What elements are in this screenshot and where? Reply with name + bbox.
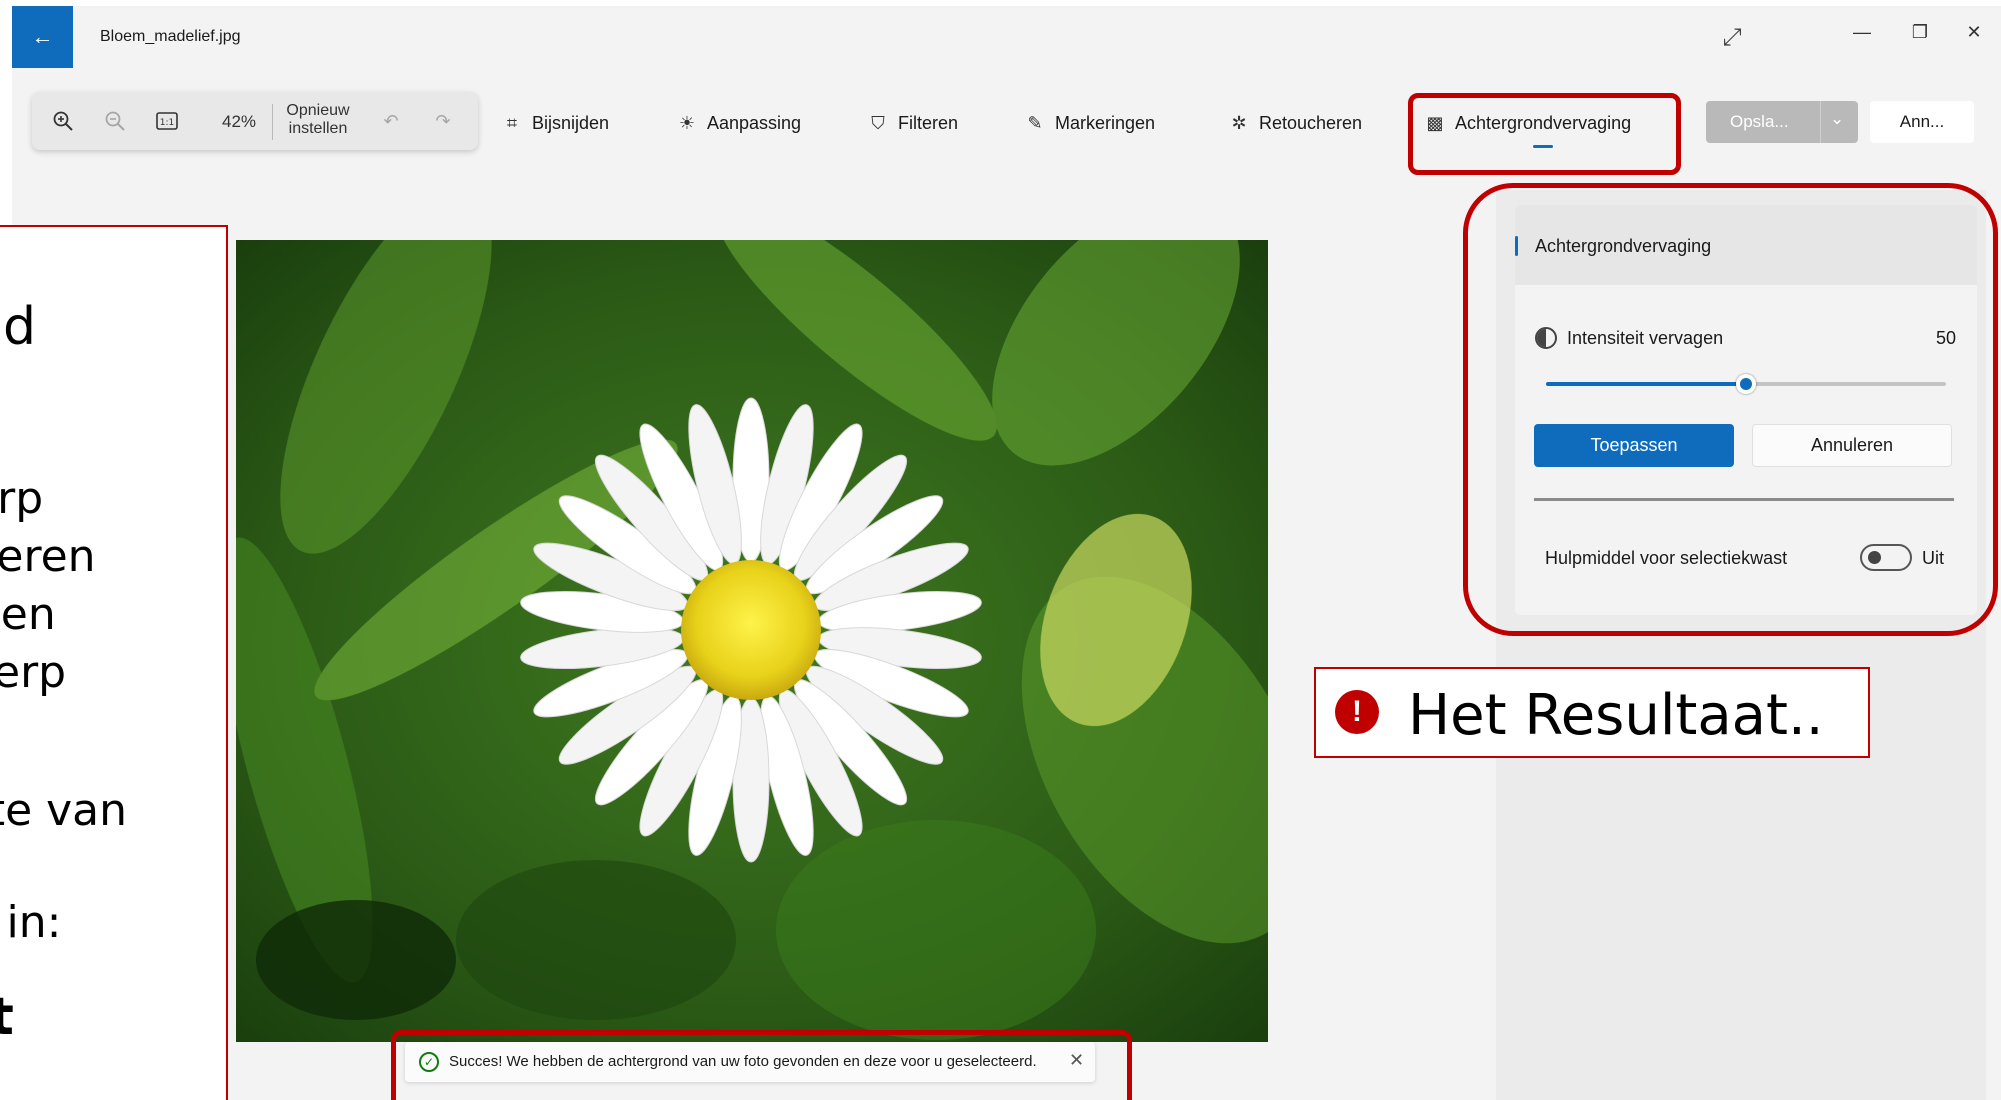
highlight-box-panel (1463, 183, 1998, 636)
zoom-percent: 42% (222, 112, 257, 131)
save-separator (1820, 101, 1821, 143)
expand-icon[interactable]: ⤢ (1712, 18, 1752, 58)
pen-icon: ✎ (1027, 112, 1043, 133)
arrow-left-icon: ← (31, 24, 54, 49)
back-button[interactable]: ← (12, 6, 73, 68)
tool-retouch-label: Retoucheren (1259, 112, 1363, 133)
annotation-line: oet (0, 987, 14, 1047)
annotation-line: scherp (0, 647, 67, 698)
save-label: Opsla... (1730, 112, 1789, 131)
reset-button[interactable]: Opnieuw instellen (282, 102, 354, 138)
tool-markup-label: Markeringen (1055, 112, 1156, 133)
minimize-icon[interactable]: — (1842, 12, 1882, 52)
redo-icon[interactable]: ↷ (428, 106, 458, 136)
tool-markup[interactable]: ✎ Markeringen (1025, 110, 1155, 136)
reset-label-line1: Opnieuw (286, 102, 350, 119)
crop-icon: ⌗ (506, 112, 518, 133)
result-annotation: ! Het Resultaat.. (1314, 667, 1870, 758)
close-icon[interactable]: ✕ (1954, 12, 1994, 52)
zoom-toolbar: 1:1 42% Opnieuw instellen ↶ ↷ (32, 92, 478, 150)
svg-text:1:1: 1:1 (160, 118, 174, 128)
zoom-in-icon[interactable] (48, 106, 78, 136)
zoom-separator (272, 104, 273, 140)
highlight-box-toast (391, 1030, 1132, 1100)
exclamation-icon: ! (1335, 690, 1379, 734)
annotation-line: rond (0, 297, 37, 357)
file-title: Bloem_madelief.jpg (100, 28, 241, 45)
tool-retouch[interactable]: ✲ Retoucheren (1229, 110, 1362, 136)
highlight-box-tool (1408, 93, 1681, 175)
undo-icon[interactable]: ↶ (376, 106, 406, 136)
maximize-icon[interactable]: ❐ (1900, 12, 1940, 52)
cancel-button[interactable]: Ann... (1870, 101, 1974, 143)
retouch-icon: ✲ (1231, 112, 1247, 133)
save-button[interactable]: Opsla... ⌄ (1706, 101, 1858, 143)
daisy-photo (236, 240, 1268, 1042)
actual-size-icon[interactable]: 1:1 (152, 106, 182, 136)
tool-crop-label: Bijsnijden (532, 112, 610, 133)
chevron-down-icon[interactable]: ⌄ (1830, 109, 1844, 129)
photo-canvas[interactable] (236, 240, 1268, 1042)
filter-icon: ⛉ (871, 112, 885, 133)
title-bar (12, 6, 2001, 68)
tool-filter-label: Filteren (898, 112, 959, 133)
result-text: Het Resultaat.. (1408, 683, 1824, 748)
tool-crop[interactable]: ⌗ Bijsnijden (502, 110, 609, 136)
annotation-line: vijderen (0, 531, 96, 582)
annotation-line: mate van (0, 785, 128, 836)
tool-filter[interactable]: ⛉ Filteren (868, 110, 958, 136)
annotation-line: bit) in: (0, 897, 62, 948)
zoom-out-icon[interactable] (100, 106, 130, 136)
brightness-icon: ☀ (678, 112, 696, 133)
tool-adjust[interactable]: ☀ Aanpassing (677, 110, 801, 136)
annotation-panel-left: rond ng : cherp vijderen angen scherp ma… (0, 225, 228, 1100)
tool-adjust-label: Aanpassing (707, 112, 802, 133)
annotation-line: cherp (0, 473, 44, 524)
reset-label-line2: instellen (288, 120, 348, 137)
annotation-line: angen (0, 589, 56, 640)
